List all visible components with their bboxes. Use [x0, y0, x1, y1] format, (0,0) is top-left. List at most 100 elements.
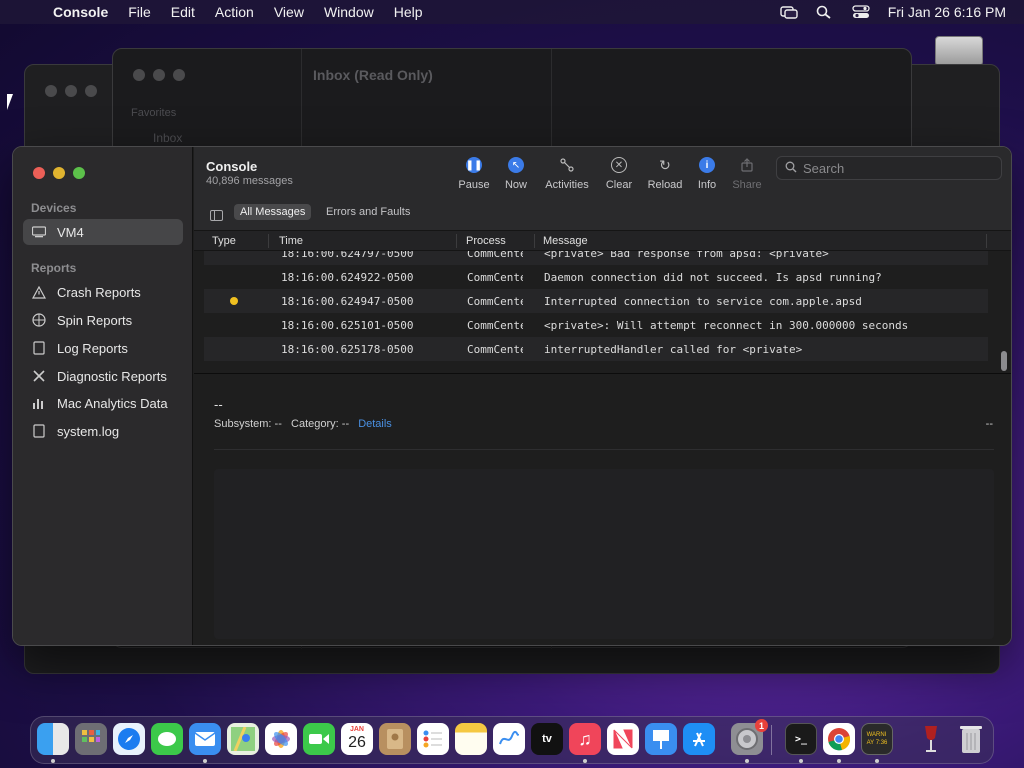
- row-process: CommCenter: [467, 319, 523, 332]
- sidebar-item-label: Mac Analytics Data: [57, 395, 168, 411]
- activities-icon: [559, 157, 575, 173]
- subsystem-value: --: [274, 418, 282, 430]
- screen-mirroring-icon[interactable]: [780, 5, 798, 19]
- running-indicator: [875, 759, 879, 763]
- menu-edit[interactable]: Edit: [171, 4, 195, 20]
- wine-icon[interactable]: [915, 723, 947, 755]
- activities-button[interactable]: Activities: [542, 157, 592, 191]
- minimize-button[interactable]: [53, 167, 65, 179]
- terminal-prompt-icon: >_: [794, 733, 808, 745]
- music-icon[interactable]: ♫: [569, 723, 601, 755]
- sidebar-item-label: Crash Reports: [57, 284, 141, 300]
- row-time: 18:16:00.624797-0500: [281, 251, 414, 260]
- column-time[interactable]: Time: [279, 235, 303, 247]
- console-app-icon[interactable]: WARNI AY 7:36: [861, 723, 893, 755]
- sidebar-item-log-reports[interactable]: Log Reports: [23, 335, 183, 361]
- filter-all-messages[interactable]: All Messages: [234, 204, 312, 220]
- sidebar-item-system-log[interactable]: system.log: [23, 418, 183, 444]
- now-button[interactable]: ↖ Now: [491, 157, 541, 191]
- mail-icon[interactable]: [189, 723, 221, 755]
- details-link[interactable]: Details: [358, 418, 392, 430]
- close-button[interactable]: [33, 167, 45, 179]
- zoom-button[interactable]: [73, 167, 85, 179]
- clear-button[interactable]: ✕ Clear: [594, 157, 644, 191]
- window-controls: [133, 69, 185, 81]
- notes-icon[interactable]: [455, 723, 487, 755]
- table-row[interactable]: 18:16:00.624947-0500 CommCenter Interrup…: [204, 289, 988, 313]
- app-store-icon[interactable]: [683, 723, 715, 755]
- news-icon[interactable]: [607, 723, 639, 755]
- column-process[interactable]: Process: [466, 235, 506, 247]
- terminal-icon[interactable]: >_: [785, 723, 817, 755]
- freeform-icon[interactable]: [493, 723, 525, 755]
- menu-clock[interactable]: Fri Jan 26 6:16 PM: [888, 4, 1006, 20]
- apple-tv-icon[interactable]: tv: [531, 723, 563, 755]
- window-controls: [33, 167, 85, 179]
- calendar-day: 26: [348, 734, 366, 751]
- sidebar-item-label: Spin Reports: [57, 312, 133, 328]
- launchpad-icon[interactable]: [75, 723, 107, 755]
- share-button[interactable]: Share: [722, 157, 772, 191]
- share-icon: [739, 157, 755, 173]
- warning-dot-icon: [230, 297, 238, 305]
- table-row[interactable]: 18:16:00.625101-0500 CommCenter <private…: [204, 313, 988, 337]
- sidebar-item-vm4[interactable]: VM4: [23, 219, 183, 245]
- console-icon-text: WARNI AY 7:36: [866, 732, 888, 746]
- photos-icon[interactable]: [265, 723, 297, 755]
- filter-errors-and-faults[interactable]: Errors and Faults: [320, 204, 416, 220]
- chrome-icon[interactable]: [823, 723, 855, 755]
- trash-icon[interactable]: [955, 723, 987, 755]
- sidebar-item-spin-reports[interactable]: Spin Reports: [23, 307, 183, 333]
- menu-action[interactable]: Action: [215, 4, 254, 20]
- row-message: <private>: Will attempt reconnect in 300…: [544, 319, 909, 332]
- column-message[interactable]: Message: [543, 235, 588, 247]
- sidebar-toggle-icon[interactable]: [210, 210, 223, 221]
- row-message: Daemon connection did not succeed. Is ap…: [544, 271, 882, 284]
- finder-icon[interactable]: [37, 723, 69, 755]
- table-row[interactable]: 18:16:00.624922-0500 CommCenter Daemon c…: [204, 265, 988, 289]
- row-message: <private> Bad response from apsd: <priva…: [544, 251, 829, 260]
- column-type[interactable]: Type: [212, 235, 236, 247]
- jump-to-now-icon: ↖: [508, 157, 524, 173]
- menu-help[interactable]: Help: [394, 4, 423, 20]
- dock: JAN 26 tv ♫ 1 >_ WARNI AY 7:36: [30, 716, 994, 764]
- sidebar-item-label: Diagnostic Reports: [57, 368, 167, 384]
- menu-app-console[interactable]: Console: [53, 4, 108, 20]
- menu-file[interactable]: File: [128, 4, 151, 20]
- calendar-month: JAN: [349, 726, 364, 733]
- row-process: CommCenter: [467, 343, 523, 356]
- search-placeholder: Search: [803, 160, 845, 176]
- bar-chart-icon: [31, 395, 47, 411]
- messages-icon[interactable]: [151, 723, 183, 755]
- table-row[interactable]: 18:16:00.625178-0500 CommCenter interrup…: [204, 337, 988, 361]
- table-scrollbar[interactable]: [1001, 351, 1007, 371]
- info-label: Info: [697, 179, 717, 191]
- contacts-icon[interactable]: [379, 723, 411, 755]
- sidebar-item-crash-reports[interactable]: Crash Reports: [23, 279, 183, 305]
- tv-label: tv: [542, 733, 552, 745]
- facetime-icon[interactable]: [303, 723, 335, 755]
- row-message: interruptedHandler called for <private>: [544, 343, 803, 356]
- search-icon[interactable]: [816, 5, 834, 19]
- menu-window[interactable]: Window: [324, 4, 374, 20]
- control-center-icon[interactable]: [852, 5, 870, 19]
- hard-drive-icon[interactable]: [935, 36, 983, 66]
- split-divider[interactable]: [194, 373, 1011, 374]
- keynote-icon[interactable]: [645, 723, 677, 755]
- reminders-icon[interactable]: [417, 723, 449, 755]
- menu-view[interactable]: View: [274, 4, 304, 20]
- sidebar-item-diagnostic-reports[interactable]: Diagnostic Reports: [23, 363, 183, 389]
- console-window: Devices VM4 Reports Crash Reports Spin R…: [12, 146, 1012, 646]
- maps-icon[interactable]: [227, 723, 259, 755]
- message-count: 40,896 messages: [206, 175, 293, 187]
- running-indicator: [583, 759, 587, 763]
- music-note-icon: ♫: [578, 728, 592, 749]
- table-row[interactable]: 18:16:00.624797-0500 CommCenter <private…: [204, 251, 988, 265]
- sidebar-item-mac-analytics-data[interactable]: Mac Analytics Data: [23, 390, 183, 416]
- system-settings-icon[interactable]: 1: [731, 719, 768, 755]
- search-field[interactable]: Search: [776, 156, 1002, 180]
- calendar-icon[interactable]: JAN 26: [341, 723, 373, 755]
- safari-icon[interactable]: [113, 723, 145, 755]
- pause-label: Pause: [458, 179, 490, 191]
- reload-label: Reload: [647, 179, 683, 191]
